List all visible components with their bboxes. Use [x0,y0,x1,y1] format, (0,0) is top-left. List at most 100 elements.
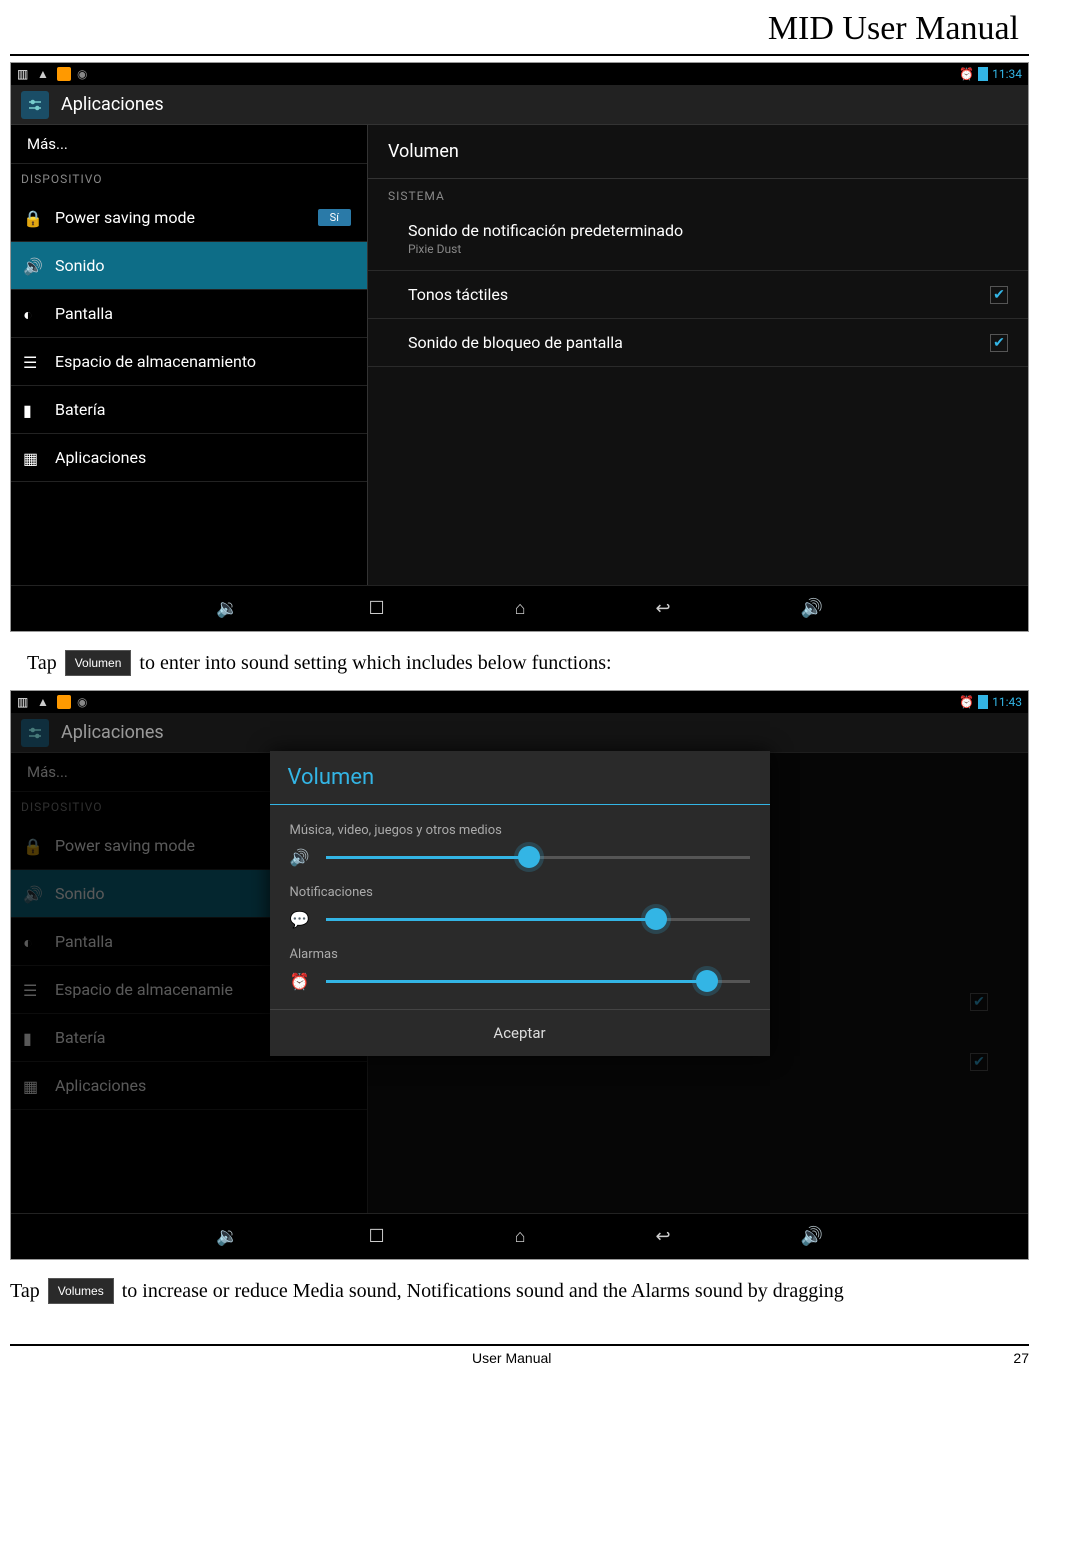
battery-icon [978,67,988,81]
menu-label: Pantalla [55,304,113,323]
menu-label: Espacio de almacenamie [55,980,233,999]
page-number: 27 [1013,1350,1029,1366]
system-nav-bar: 🔉 ☐ ⌂ ↩ 🔊 [11,585,1028,631]
storage-icon: ☰ [23,981,41,999]
checkbox-checked-icon[interactable]: ✔ [990,286,1008,304]
volume-down-icon[interactable]: 🔉 [216,598,238,619]
status-bar: ▥ ▲ ◉ ⏰ 11:34 [11,63,1028,85]
android-icon: ◉ [77,695,91,709]
app-notif-icon [57,695,71,709]
menu-label: Batería [55,1028,105,1047]
notif-volume-slider[interactable] [326,918,750,921]
lock-icon: 🔒 [23,837,41,855]
dialog-accept-button[interactable]: Aceptar [270,1009,770,1056]
menu-label: Sonido [55,884,105,903]
section-dispositivo: DISPOSITIVO [11,164,367,194]
inline-volumes-button: Volumes [48,1278,114,1304]
item-subtitle: Pixie Dust [408,242,683,256]
sdcard-icon: ▥ [17,67,31,81]
dialog-title: Volumen [270,751,770,805]
display-icon: ◐ [23,933,41,951]
menu-item-aplicaciones: ▦ Aplicaciones [11,1062,367,1110]
screenshot-volume-dialog: ▥ ▲ ◉ ⏰ 11:43 Aplicaciones Más... DISPOS… [10,690,1029,1260]
home-icon[interactable]: ⌂ [515,1226,526,1247]
item-default-notification-sound[interactable]: Sonido de notificación predeterminado Pi… [368,207,1028,271]
alarm-icon: ⏰ [959,67,974,81]
media-volume-slider[interactable] [326,856,750,859]
checkbox-icon: ✔ [970,1053,988,1071]
menu-label: Batería [55,400,105,419]
volume-down-icon[interactable]: 🔉 [216,1226,238,1247]
menu-item-mas[interactable]: Más... [11,125,367,164]
instruction-line-1: Tap Volumen to enter into sound setting … [10,632,1029,690]
header-rule [10,54,1029,56]
speaker-icon: 🔊 [290,848,310,867]
document-header-title: MID User Manual [10,10,1029,48]
status-bar: ▥ ▲ ◉ ⏰ 11:43 [11,691,1028,713]
system-nav-bar: 🔉 ☐ ⌂ ↩ 🔊 [11,1213,1028,1259]
menu-label: Aplicaciones [55,448,146,467]
warning-icon: ▲ [37,67,51,81]
recent-apps-icon[interactable]: ☐ [368,1226,384,1247]
notif-slider-label: Notificaciones [290,885,750,900]
app-header: Aplicaciones [11,85,1028,125]
footer-rule [10,1344,1029,1346]
alarm-icon: ⏰ [290,972,310,991]
app-title: Aplicaciones [61,722,164,743]
media-slider-label: Música, video, juegos y otros medios [290,823,750,838]
toggle-on[interactable]: Sí [318,209,351,226]
item-title: Tonos táctiles [408,285,508,304]
speaker-icon: 🔊 [23,885,41,903]
volume-header[interactable]: Volumen [368,125,1028,179]
menu-item-bateria[interactable]: ▮ Batería [11,386,367,434]
battery-icon [978,695,988,709]
app-notif-icon [57,67,71,81]
settings-left-pane: Más... DISPOSITIVO 🔒 Power saving mode S… [11,125,367,585]
app-title: Aplicaciones [61,94,164,115]
footer-center-text: User Manual [10,1350,1013,1366]
recent-apps-icon[interactable]: ☐ [368,598,384,619]
slider-thumb[interactable] [645,908,667,930]
volume-up-icon[interactable]: 🔊 [801,1226,823,1247]
menu-item-aplicaciones[interactable]: ▦ Aplicaciones [11,434,367,482]
menu-item-sonido[interactable]: 🔊 Sonido [11,242,367,290]
item-lock-sound[interactable]: Sonido de bloqueo de pantalla ✔ [368,319,1028,367]
menu-label: Sonido [55,256,105,275]
checkbox-checked-icon[interactable]: ✔ [990,334,1008,352]
menu-item-storage[interactable]: ☰ Espacio de almacenamiento [11,338,367,386]
settings-icon [21,91,49,119]
back-icon[interactable]: ↩ [655,598,670,619]
menu-label: Espacio de almacenamiento [55,352,256,371]
instruction-line-2: Tap Volumes to increase or reduce Media … [10,1260,1029,1318]
item-touch-tones[interactable]: Tonos táctiles ✔ [368,271,1028,319]
volume-dialog: Volumen Música, video, juegos y otros me… [270,751,770,1056]
notification-icon: 💬 [290,910,310,929]
settings-right-pane: Volumen SISTEMA Sonido de notificación p… [367,125,1028,585]
menu-label: Power saving mode [55,836,195,855]
home-icon[interactable]: ⌂ [515,598,526,619]
apps-icon: ▦ [23,449,41,467]
menu-label: Power saving mode [55,208,195,227]
battery-icon: ▮ [23,1029,41,1047]
alarm-slider-label: Alarmas [290,947,750,962]
warning-icon: ▲ [37,695,51,709]
display-icon: ◐ [23,305,41,323]
storage-icon: ☰ [23,353,41,371]
sdcard-icon: ▥ [17,695,31,709]
item-title: Sonido de bloqueo de pantalla [408,333,623,352]
menu-item-pantalla[interactable]: ◐ Pantalla [11,290,367,338]
checkbox-icon: ✔ [970,993,988,1011]
volume-up-icon[interactable]: 🔊 [801,598,823,619]
slider-thumb[interactable] [696,970,718,992]
back-icon[interactable]: ↩ [655,1226,670,1247]
android-icon: ◉ [77,67,91,81]
battery-icon: ▮ [23,401,41,419]
screenshot-sound-settings: ▥ ▲ ◉ ⏰ 11:34 Aplicaciones Más... DISPOS… [10,62,1029,632]
alarm-volume-slider[interactable] [326,980,750,983]
alarm-icon: ⏰ [959,695,974,709]
menu-item-power-saving[interactable]: 🔒 Power saving mode Sí [11,194,367,242]
slider-thumb[interactable] [518,846,540,868]
item-title: Sonido de notificación predeterminado [408,221,683,240]
speaker-icon: 🔊 [23,257,41,275]
lock-icon: 🔒 [23,209,41,227]
